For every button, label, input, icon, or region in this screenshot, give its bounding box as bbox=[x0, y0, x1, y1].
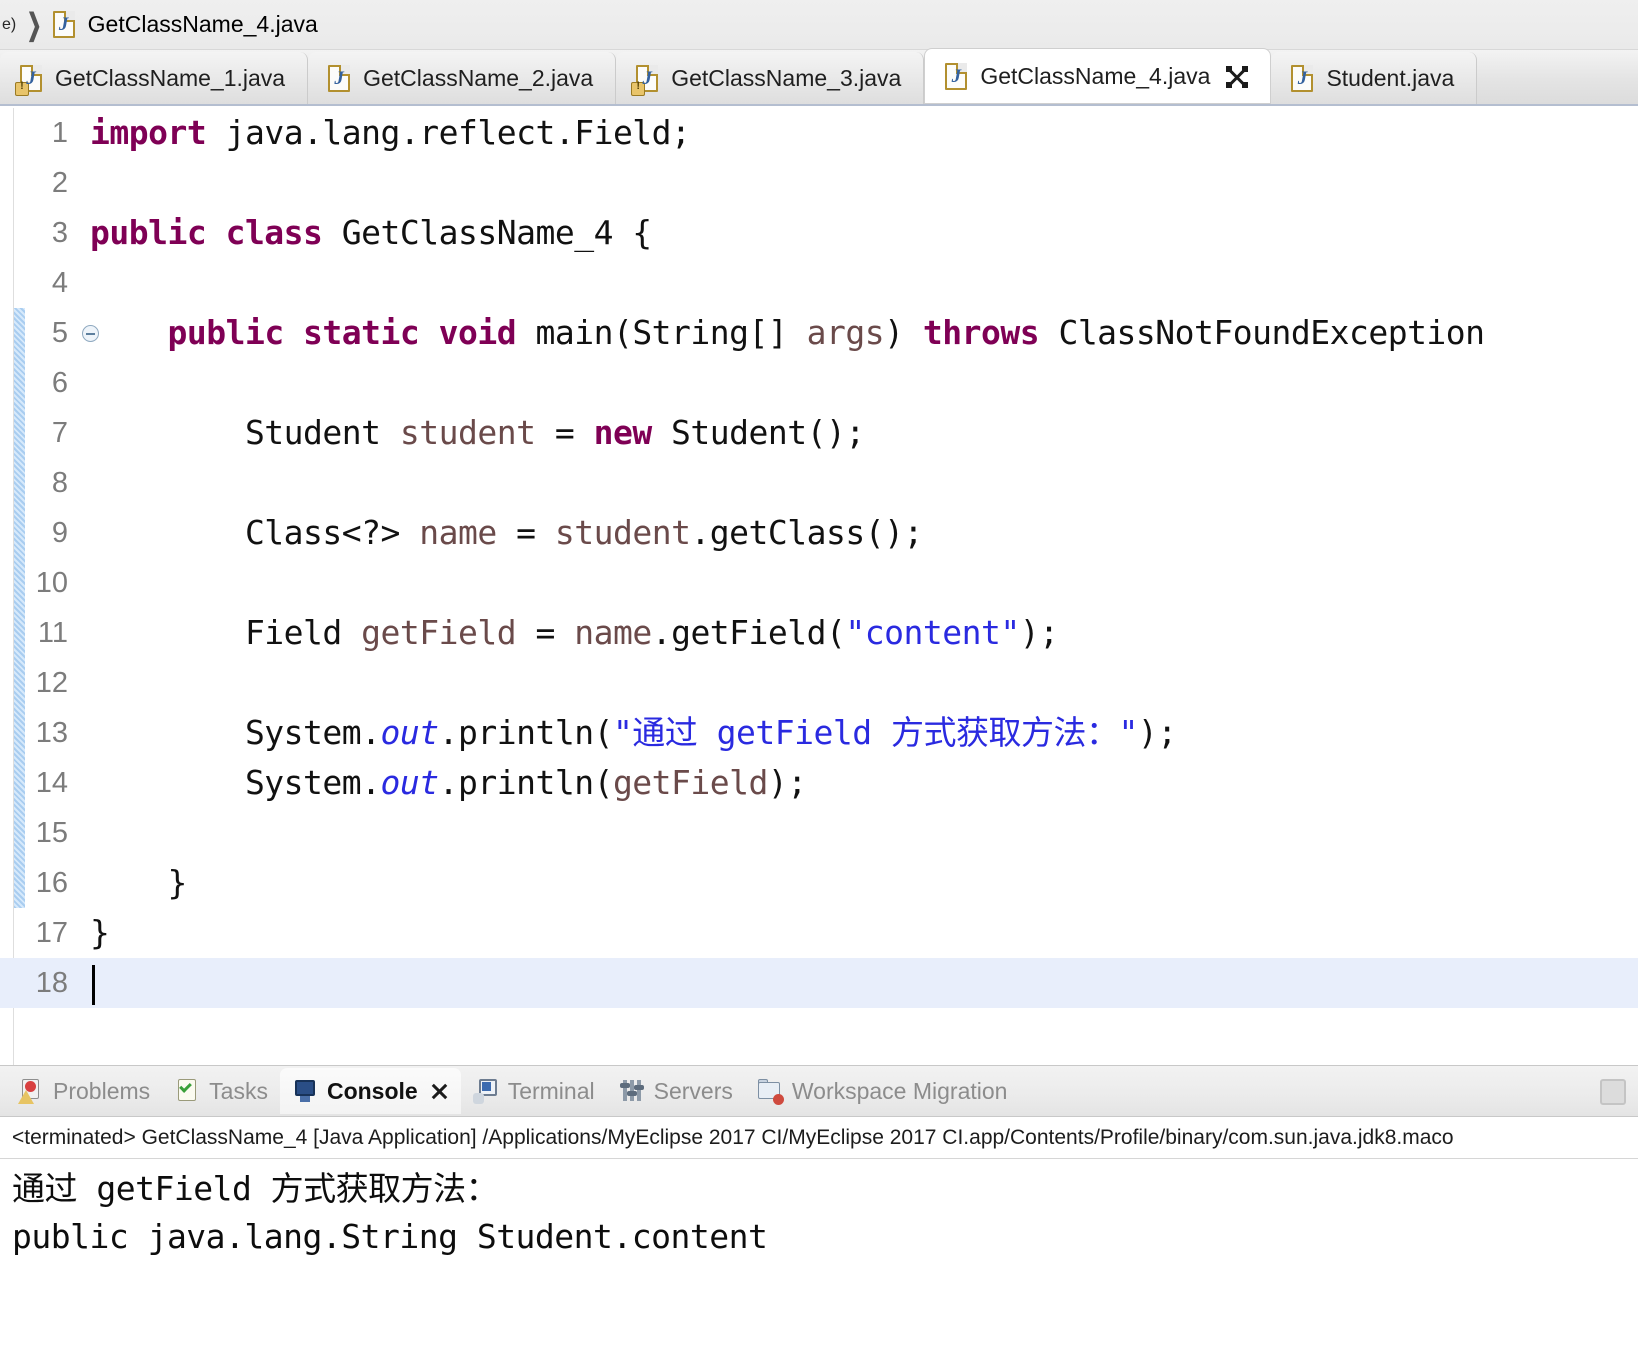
code-line[interactable]: 14 System.out.println(getField); bbox=[0, 758, 1638, 808]
code-editor[interactable]: 1 import java.lang.reflect.Field; 2 3 public… bbox=[0, 108, 1638, 1065]
java-file-warning-icon bbox=[15, 64, 42, 96]
line-number: 18 bbox=[35, 966, 68, 999]
minimize-restore-button[interactable] bbox=[1600, 1079, 1626, 1105]
editor-tab-label: GetClassName_1.java bbox=[55, 64, 286, 91]
code-line[interactable]: 8 bbox=[0, 458, 1638, 508]
line-number: 16 bbox=[35, 866, 68, 899]
java-file-icon bbox=[945, 63, 968, 90]
tasks-icon bbox=[174, 1078, 200, 1104]
fold-collapse-icon[interactable] bbox=[82, 325, 99, 342]
view-tab-label: Problems bbox=[53, 1077, 151, 1104]
java-file-warning-icon bbox=[631, 64, 659, 96]
editor-tab-getclassname-3[interactable]: GetClassName_3.java bbox=[616, 52, 925, 104]
text-caret bbox=[92, 964, 95, 1005]
line-number: 10 bbox=[35, 566, 68, 599]
code-line[interactable]: 7 Student student = new Student(); bbox=[0, 408, 1638, 458]
console-panel: Problems Tasks Console Terminal Servers … bbox=[0, 1065, 1638, 1358]
editor-tab-label: Student.java bbox=[1326, 64, 1455, 91]
code-line[interactable]: 3 public class GetClassName_4 { bbox=[0, 208, 1638, 258]
code-line[interactable]: 6 bbox=[0, 358, 1638, 408]
editor-tab-getclassname-4[interactable]: GetClassName_4.java bbox=[924, 48, 1272, 104]
code-line[interactable]: 10 bbox=[0, 558, 1638, 608]
breadcrumb-prefix: e) bbox=[2, 15, 17, 33]
line-number: 8 bbox=[51, 466, 68, 499]
view-tab-label: Tasks bbox=[209, 1077, 268, 1104]
line-number: 14 bbox=[35, 766, 68, 799]
code-text: Class<?> name = student.getClass(); bbox=[90, 513, 923, 552]
console-output-line: public java.lang.String Student.content bbox=[12, 1217, 768, 1256]
view-tab-label: Workspace Migration bbox=[791, 1077, 1008, 1104]
editor-tab-student[interactable]: Student.java bbox=[1271, 52, 1478, 104]
code-line[interactable]: 9 Class<?> name = student.getClass(); bbox=[0, 508, 1638, 558]
close-icon[interactable] bbox=[430, 1082, 449, 1101]
line-number: 1 bbox=[51, 116, 68, 149]
chevron-right-icon: ❯ bbox=[27, 6, 42, 41]
line-number: 5 bbox=[51, 316, 68, 349]
view-tab-console[interactable]: Console bbox=[279, 1068, 461, 1114]
code-line[interactable]: 4 bbox=[0, 258, 1638, 308]
editor-tab-getclassname-2[interactable]: GetClassName_2.java bbox=[308, 52, 617, 104]
code-line[interactable]: 5 public static void main(String[] args)… bbox=[0, 308, 1638, 358]
editor-tab-label: GetClassName_4.java bbox=[980, 63, 1211, 89]
code-text: public static void main(String[] args) t… bbox=[167, 313, 1485, 352]
console-tab-bar: Problems Tasks Console Terminal Servers … bbox=[0, 1065, 1638, 1117]
view-tab-label: Terminal bbox=[507, 1077, 595, 1104]
code-line[interactable]: 1 import java.lang.reflect.Field; bbox=[0, 108, 1638, 158]
code-line[interactable]: 15 bbox=[0, 808, 1638, 858]
code-text: import java.lang.reflect.Field; bbox=[90, 113, 691, 152]
line-number: 7 bbox=[51, 416, 68, 449]
code-text bbox=[80, 958, 95, 1008]
code-line[interactable]: 12 bbox=[0, 658, 1638, 708]
line-number: 3 bbox=[51, 216, 68, 249]
code-text: } bbox=[90, 913, 110, 952]
code-text: System.out.println(getField); bbox=[90, 763, 807, 802]
line-number: 15 bbox=[35, 816, 68, 849]
line-number: 4 bbox=[51, 266, 68, 299]
code-line[interactable]: 18 bbox=[0, 958, 1638, 1008]
line-number: 12 bbox=[35, 666, 68, 699]
line-number: 13 bbox=[35, 716, 68, 749]
console-output-line: 通过 getField 方式获取方法： bbox=[12, 1169, 499, 1208]
code-line[interactable]: 2 bbox=[0, 158, 1638, 208]
breadcrumb[interactable]: e) ❯ GetClassName_4.java bbox=[0, 0, 1638, 50]
line-number: 9 bbox=[51, 516, 68, 549]
workspace-migration-icon bbox=[757, 1078, 784, 1105]
view-tab-label: Console bbox=[326, 1077, 418, 1104]
java-file-icon bbox=[52, 11, 75, 38]
code-text: Field getField = name.getField("content"… bbox=[90, 613, 1059, 652]
code-text: System.out.println("通过 getField 方式获取方法："… bbox=[90, 713, 1177, 752]
code-line[interactable]: 17} bbox=[0, 908, 1638, 958]
code-line[interactable]: 16 } bbox=[0, 858, 1638, 908]
view-tab-servers[interactable]: Servers bbox=[607, 1068, 745, 1114]
line-number: 2 bbox=[51, 166, 68, 199]
view-tab-tasks[interactable]: Tasks bbox=[162, 1068, 280, 1114]
view-tab-label: Servers bbox=[653, 1077, 733, 1104]
console-launch-info: <terminated> GetClassName_4 [Java Applic… bbox=[0, 1117, 1638, 1159]
code-line[interactable]: 11 Field getField = name.getField("conte… bbox=[0, 608, 1638, 658]
editor-tab-getclassname-1[interactable]: GetClassName_1.java bbox=[0, 52, 309, 104]
line-number: 17 bbox=[35, 916, 68, 949]
editor-tab-label: GetClassName_2.java bbox=[363, 64, 594, 91]
code-line[interactable]: 13 System.out.println("通过 getField 方式获取方… bbox=[0, 708, 1638, 758]
code-text: public class GetClassName_4 { bbox=[90, 213, 652, 252]
code-text: } bbox=[90, 863, 187, 902]
editor-tab-label: GetClassName_3.java bbox=[671, 64, 902, 91]
java-file-icon bbox=[1291, 64, 1314, 92]
problems-icon bbox=[18, 1078, 44, 1104]
code-text: Student student = new Student(); bbox=[90, 413, 865, 452]
editor-tab-bar: GetClassName_1.java GetClassName_2.java … bbox=[0, 48, 1638, 106]
console-output[interactable]: 通过 getField 方式获取方法： public java.lang.Stri… bbox=[0, 1159, 1638, 1261]
line-number: 11 bbox=[37, 616, 68, 649]
view-tab-workspace-migration[interactable]: Workspace Migration bbox=[745, 1068, 1020, 1114]
servers-icon bbox=[619, 1078, 645, 1104]
console-icon bbox=[292, 1078, 318, 1104]
view-tab-terminal[interactable]: Terminal bbox=[461, 1068, 607, 1114]
code-lines[interactable]: 1 import java.lang.reflect.Field; 2 3 public… bbox=[0, 108, 1638, 1065]
breadcrumb-file-label: GetClassName_4.java bbox=[87, 11, 318, 37]
java-file-icon bbox=[328, 64, 351, 92]
close-icon[interactable] bbox=[1226, 65, 1249, 88]
view-tab-problems[interactable]: Problems bbox=[6, 1068, 162, 1114]
line-number: 6 bbox=[51, 366, 68, 399]
terminal-icon bbox=[472, 1078, 499, 1104]
